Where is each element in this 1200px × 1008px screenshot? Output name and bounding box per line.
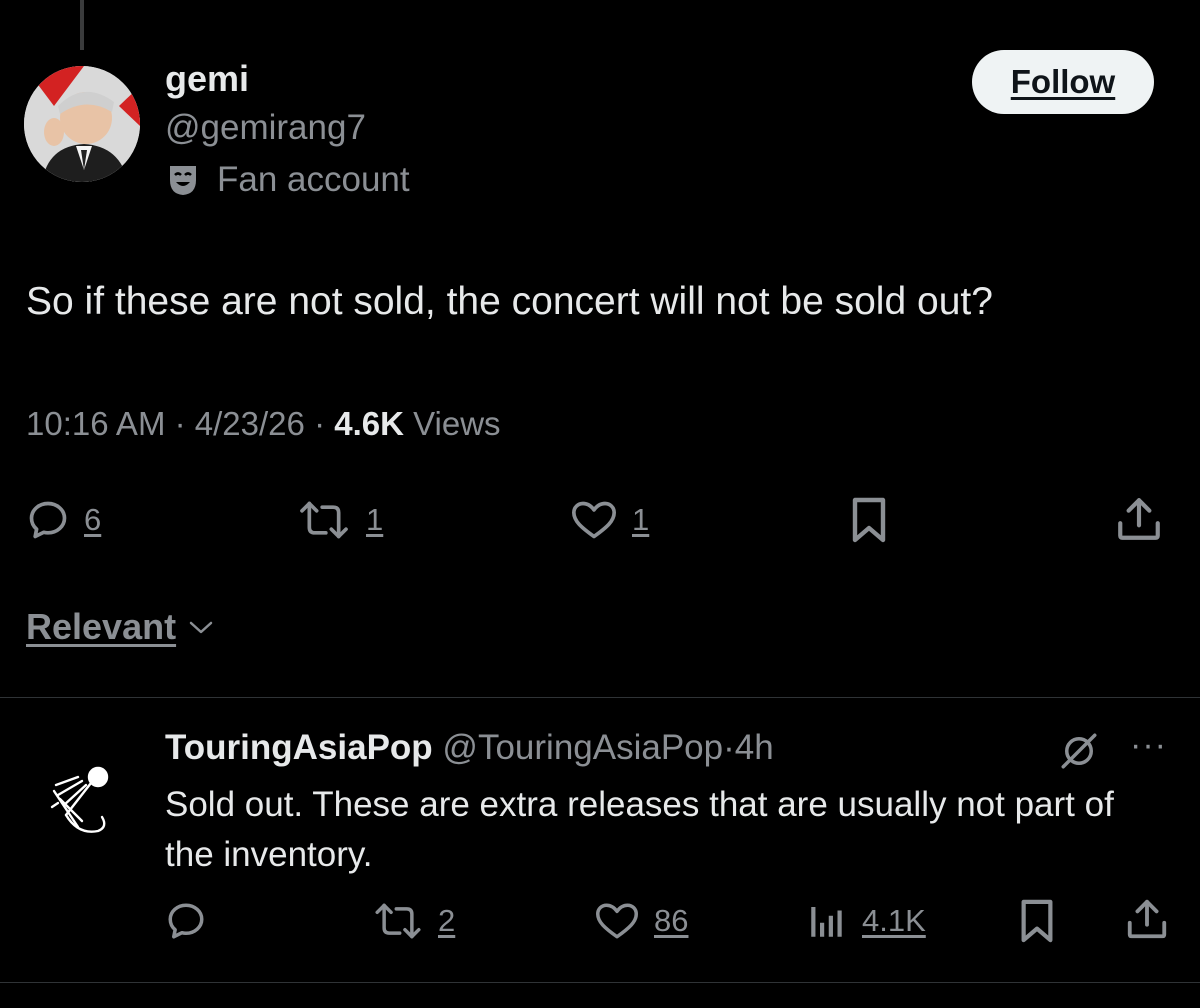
reply-retweet-count: 2 (438, 903, 456, 938)
reply-sort-dropdown[interactable]: Relevant (26, 606, 216, 648)
more-options-button[interactable]: ··· (1130, 726, 1167, 765)
reply-count: 6 (84, 502, 102, 537)
more-icon[interactable]: ··· (1130, 726, 1167, 764)
views-label: Views (413, 405, 501, 442)
tweet-meta: 10:16 AM · 4/23/26 · 4.6K Views (26, 405, 501, 443)
reply-action[interactable]: 6 (26, 498, 101, 542)
reply-icon[interactable] (165, 900, 207, 942)
retweet-icon[interactable] (372, 900, 424, 942)
like-action[interactable]: 1 (570, 498, 649, 542)
bookmark-icon[interactable] (846, 496, 892, 544)
grok-icon[interactable] (1058, 730, 1100, 772)
retweet-icon[interactable] (296, 498, 352, 542)
reply-avatar[interactable] (38, 755, 126, 843)
share-icon[interactable] (1124, 896, 1170, 942)
like-icon[interactable] (570, 498, 618, 542)
chevron-down-icon[interactable] (186, 616, 216, 638)
share-icon[interactable] (1114, 494, 1164, 544)
section-divider (0, 697, 1200, 698)
reply-text: Sold out. These are extra releases that … (165, 785, 1114, 874)
bookmark-button[interactable] (846, 496, 892, 544)
reply-icon[interactable] (26, 498, 70, 542)
reply-like-count: 86 (654, 903, 689, 938)
tweet-time[interactable]: 10:16 AM (26, 405, 165, 442)
reply-author-name[interactable]: TouringAsiaPop (165, 728, 433, 767)
author-name[interactable]: gemi (165, 58, 249, 100)
reply-age[interactable]: 4h (735, 728, 774, 767)
thread-connector-line (80, 0, 84, 50)
reply-separator: · (723, 728, 735, 767)
fan-account-badge: Fan account (165, 160, 410, 200)
meta-separator: · (314, 405, 326, 442)
reply-like-action[interactable]: 86 (594, 900, 688, 942)
reply-views-count: 4.1K (862, 903, 926, 938)
retweet-action[interactable]: 1 (296, 498, 383, 542)
bottom-divider (0, 982, 1200, 983)
meta-separator: · (174, 405, 186, 442)
sort-label[interactable]: Relevant (26, 606, 176, 648)
views-count: 4.6K (334, 405, 404, 442)
bookmark-icon[interactable] (1016, 898, 1058, 944)
retweet-count: 1 (366, 502, 384, 537)
reply-author-handle[interactable]: @TouringAsiaPop (442, 728, 723, 767)
reply-reply-action[interactable] (165, 900, 207, 942)
reply-retweet-action[interactable]: 2 (372, 900, 455, 942)
author-avatar[interactable] (24, 66, 140, 182)
like-icon[interactable] (594, 900, 640, 942)
reply-views-action[interactable]: 4.1K (806, 900, 926, 942)
fan-account-label: Fan account (217, 160, 410, 199)
reply-share-button[interactable] (1124, 896, 1170, 942)
grok-button[interactable] (1058, 730, 1100, 772)
reply-bookmark-button[interactable] (1016, 898, 1058, 944)
author-handle[interactable]: @gemirang7 (165, 108, 366, 148)
tweet-text: So if these are not sold, the concert wi… (26, 280, 993, 323)
like-count: 1 (632, 502, 650, 537)
fan-account-icon (165, 162, 201, 198)
follow-button[interactable]: Follow (972, 50, 1154, 114)
views-icon[interactable] (806, 900, 848, 942)
reply-header: TouringAsiaPop @TouringAsiaPop·4h (165, 728, 774, 768)
share-button[interactable] (1114, 494, 1164, 544)
tweet-date[interactable]: 4/23/26 (195, 405, 305, 442)
